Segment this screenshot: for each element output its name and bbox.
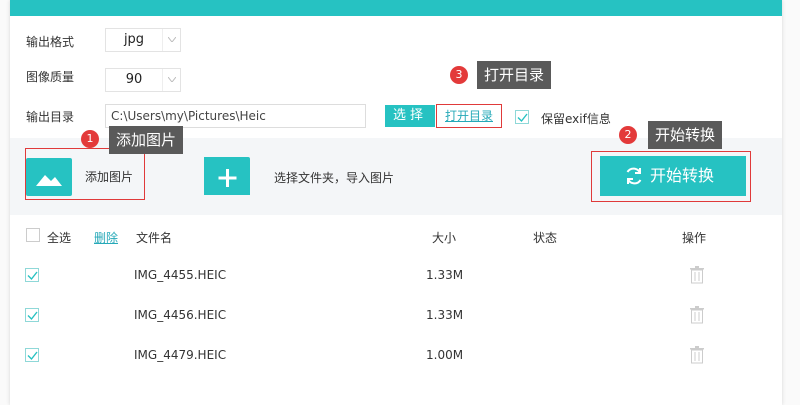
select-all-label: 全选 <box>47 231 72 245</box>
annotation-tooltip-2: 开始转换 <box>648 121 723 149</box>
add-image-button[interactable]: 添加图片 <box>25 148 145 200</box>
choose-dir-button[interactable]: 选择 <box>385 105 435 127</box>
annotation-tooltip-3: 打开目录 <box>477 61 552 89</box>
background-right <box>782 0 800 405</box>
quality-label: 图像质量 <box>26 70 75 84</box>
chevron-down-icon <box>162 29 180 51</box>
format-value: jpg <box>123 32 145 47</box>
start-convert-button[interactable]: 开始转换 <box>600 156 746 196</box>
output-dir-input[interactable]: C:\Users\my\Pictures\Heic <box>105 104 366 128</box>
format-label: 输出格式 <box>26 35 75 49</box>
row-filename: IMG_4479.HEIC <box>134 348 227 362</box>
row-checkbox[interactable] <box>25 348 39 362</box>
row-checkbox[interactable] <box>25 308 39 322</box>
table-row: IMG_4455.HEIC 1.33M <box>10 256 782 296</box>
row-size: 1.00M <box>426 348 464 362</box>
image-icon <box>26 158 72 196</box>
col-header-status: 状态 <box>533 231 558 245</box>
check-icon <box>27 351 38 361</box>
trash-icon[interactable] <box>690 346 704 364</box>
refresh-icon <box>626 167 642 185</box>
keep-exif-checkbox[interactable] <box>515 110 529 124</box>
col-header-action: 操作 <box>682 231 707 245</box>
row-size: 1.33M <box>426 308 464 322</box>
trash-icon[interactable] <box>690 266 704 284</box>
row-filename: IMG_4456.HEIC <box>134 308 227 322</box>
chevron-down-icon <box>162 69 180 91</box>
format-select[interactable]: jpg <box>105 28 181 52</box>
add-folder-label: 选择文件夹，导入图片 <box>274 171 395 185</box>
output-dir-label: 输出目录 <box>26 110 75 124</box>
col-header-size: 大小 <box>432 231 457 245</box>
annotation-badge-3: 3 <box>450 66 468 84</box>
check-icon <box>517 113 528 123</box>
row-size: 1.33M <box>426 268 464 282</box>
check-icon <box>27 271 38 281</box>
row-checkbox[interactable] <box>25 268 39 282</box>
annotation-badge-1: 1 <box>81 130 99 148</box>
annotation-tooltip-1: 添加图片 <box>109 126 184 154</box>
trash-icon[interactable] <box>690 306 704 324</box>
background-left <box>0 0 10 405</box>
converter-window: 输出格式 jpg 图像质量 90 输出目录 C:\Users\my\Pictur… <box>10 0 782 405</box>
select-all-checkbox[interactable] <box>26 228 40 242</box>
quality-value: 90 <box>125 72 143 87</box>
delete-link[interactable]: 删除 <box>94 229 118 246</box>
keep-exif-label: 保留exif信息 <box>541 112 611 126</box>
add-image-label: 添加图片 <box>85 170 134 184</box>
start-convert-label: 开始转换 <box>650 166 715 185</box>
folder-add-icon <box>204 157 250 195</box>
quality-select[interactable]: 90 <box>105 68 181 92</box>
check-icon <box>27 311 38 321</box>
add-folder-button[interactable]: 选择文件夹，导入图片 <box>204 155 404 195</box>
table-row: IMG_4456.HEIC 1.33M <box>10 296 782 336</box>
open-dir-link[interactable]: 打开目录 <box>436 104 502 128</box>
annotation-badge-2: 2 <box>619 126 637 144</box>
col-header-name: 文件名 <box>136 231 173 245</box>
title-bar <box>10 0 782 16</box>
row-filename: IMG_4455.HEIC <box>134 268 227 282</box>
table-row: IMG_4479.HEIC 1.00M <box>10 336 782 376</box>
